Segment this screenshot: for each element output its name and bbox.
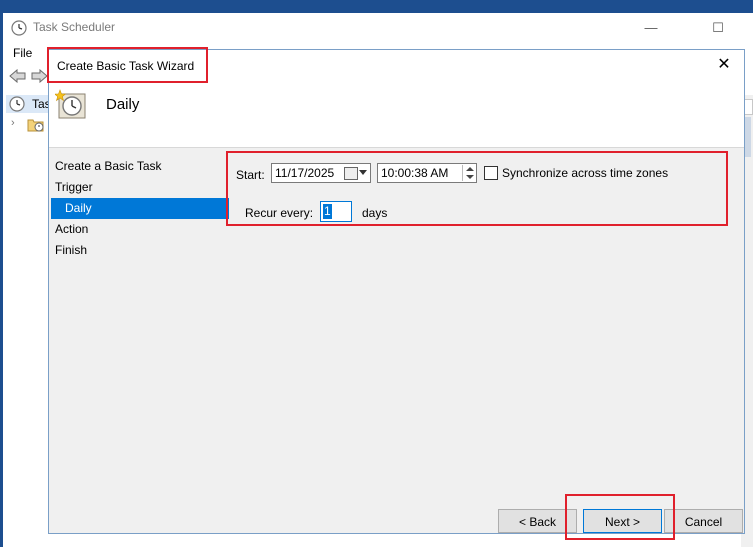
start-date-picker[interactable]: 11/17/2025 [271,163,371,183]
clock-icon [9,96,25,112]
next-button[interactable]: Next > [583,509,662,533]
recur-days-value: 1 [323,204,332,219]
create-basic-task-wizard: Create Basic Task Wizard ✕ Daily Create … [48,49,745,534]
step-finish[interactable]: Finish [53,240,229,261]
page-title: Daily [106,96,140,113]
start-time-value: 10:00:38 AM [381,166,449,180]
step-create-basic-task[interactable]: Create a Basic Task [53,156,229,177]
wizard-clock-icon [55,89,86,119]
chevron-down-icon[interactable] [359,170,367,175]
recur-unit-label: days [362,206,388,220]
navigation-tree: Tas › [3,95,51,535]
cancel-button[interactable]: Cancel [664,509,743,533]
toolbar [3,65,49,87]
start-label: Start: [236,168,265,182]
start-time-spinner[interactable]: 10:00:38 AM [377,163,477,183]
recur-label: Recur every: [245,206,314,220]
forward-arrow-icon[interactable] [30,69,48,83]
window-title: Task Scheduler [33,20,116,34]
step-trigger[interactable]: Trigger [53,177,229,198]
wizard-titlebar: Create Basic Task Wizard ✕ [49,50,744,80]
tree-item-library[interactable]: › [11,117,48,133]
calendar-icon[interactable] [344,167,358,180]
wizard-steps: Create a Basic Task Trigger Daily Action… [51,156,229,261]
clock-icon [11,20,27,36]
wizard-header: Daily [49,80,744,148]
step-daily[interactable]: Daily [51,198,229,219]
tree-item-task-scheduler-local[interactable]: Tas [6,95,51,113]
close-button[interactable]: ✕ [704,50,744,80]
chevron-right-icon[interactable]: › [11,117,15,129]
task-scheduler-titlebar: Task Scheduler — ☐ [3,13,753,43]
desktop-background [0,0,753,13]
back-arrow-icon[interactable] [9,69,27,83]
minimize-button[interactable]: — [628,13,674,43]
spin-down-icon[interactable] [466,175,474,179]
start-date-value: 11/17/2025 [275,166,335,180]
menu-file[interactable]: File [13,46,32,60]
back-button[interactable]: < Back [498,509,577,533]
folder-clock-icon [27,119,44,132]
maximize-button[interactable]: ☐ [695,13,741,43]
step-action[interactable]: Action [53,219,229,240]
wizard-title: Create Basic Task Wizard [57,59,195,73]
time-spin-buttons[interactable] [462,165,477,181]
sync-timezones-checkbox[interactable] [484,166,498,180]
spin-up-icon[interactable] [466,167,474,171]
recur-days-input[interactable]: 1 [320,201,352,222]
sync-timezones-label[interactable]: Synchronize across time zones [502,166,668,180]
